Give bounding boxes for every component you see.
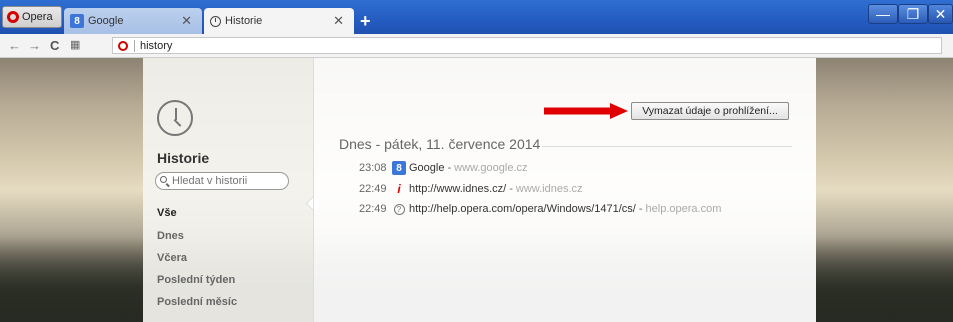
address-text: history xyxy=(140,39,173,52)
sidebar-item-last-month[interactable]: Poslední měsíc xyxy=(157,296,237,308)
entry-time: 22:49 xyxy=(359,203,387,215)
entry-domain[interactable]: help.opera.com xyxy=(646,203,722,215)
divider xyxy=(134,39,135,52)
red-arrow-annotation xyxy=(544,103,628,119)
close-icon[interactable]: ✕ xyxy=(181,13,192,29)
history-entry[interactable]: 22:49 ? http://help.opera.com/opera/Wind… xyxy=(359,203,721,215)
entry-domain[interactable]: www.google.cz xyxy=(454,162,527,174)
address-bar[interactable]: history xyxy=(112,37,942,54)
sidebar-item-today[interactable]: Dnes xyxy=(157,230,184,242)
tab-label: Historie xyxy=(225,15,263,27)
reload-icon[interactable]: C xyxy=(50,38,59,53)
minimize-button[interactable]: — xyxy=(868,4,898,24)
maximize-button[interactable]: ❐ xyxy=(898,4,928,24)
history-clock-icon xyxy=(157,100,193,136)
opera-logo-icon xyxy=(7,11,19,23)
google-icon: 8 xyxy=(392,161,406,175)
divider xyxy=(542,146,792,147)
tab-historie[interactable]: Historie ✕ xyxy=(204,8,354,34)
idnes-icon: i xyxy=(397,182,401,196)
search-input[interactable] xyxy=(155,172,289,190)
tab-google[interactable]: 8 Google ✕ xyxy=(64,8,202,34)
history-entry[interactable]: 23:08 8 Google - www.google.cz xyxy=(359,161,528,175)
opera-menu-button[interactable]: Opera xyxy=(2,6,62,28)
back-icon[interactable]: ← xyxy=(8,38,21,53)
entry-time: 22:49 xyxy=(359,183,387,195)
opera-page-icon xyxy=(118,40,128,51)
new-tab-button[interactable]: + xyxy=(360,11,371,32)
search-icon xyxy=(160,176,167,183)
day-header: Dnes - pátek, 11. července 2014 xyxy=(339,136,541,152)
sidebar-item-last-week[interactable]: Poslední týden xyxy=(157,274,235,286)
opera-menu-label: Opera xyxy=(22,11,53,23)
entry-time: 23:08 xyxy=(359,162,387,174)
history-sidebar: Historie Vše Dnes Včera Poslední týden P… xyxy=(143,58,322,322)
navigation-toolbar: ← → C ▦ history xyxy=(0,34,953,58)
close-icon[interactable]: ✕ xyxy=(333,13,344,29)
window-close-button[interactable]: ✕ xyxy=(928,4,953,24)
speed-dial-icon[interactable]: ▦ xyxy=(70,38,80,51)
clock-icon xyxy=(210,15,221,27)
tab-label: Google xyxy=(88,15,124,27)
title-bar: Opera 8 Google ✕ Historie ✕ + — ❐ ✕ xyxy=(0,0,953,34)
sidebar-item-all[interactable]: Vše xyxy=(157,207,177,219)
sidebar-item-yesterday[interactable]: Včera xyxy=(157,252,187,264)
entry-title[interactable]: Google xyxy=(409,162,444,174)
help-icon: ? xyxy=(393,203,405,215)
google-icon: 8 xyxy=(70,14,84,28)
clear-browsing-data-button[interactable]: Vymazat údaje o prohlížení... xyxy=(631,102,789,120)
page-title: Historie xyxy=(157,150,210,166)
entry-title[interactable]: http://help.opera.com/opera/Windows/1471… xyxy=(409,203,636,215)
entry-domain[interactable]: www.idnes.cz xyxy=(516,183,583,195)
forward-icon[interactable]: → xyxy=(28,38,41,53)
entry-title[interactable]: http://www.idnes.cz/ xyxy=(409,183,506,195)
history-content: Vymazat údaje o prohlížení... Dnes - pát… xyxy=(313,58,816,322)
history-entry[interactable]: 22:49 i http://www.idnes.cz/ - www.idnes… xyxy=(359,182,583,196)
